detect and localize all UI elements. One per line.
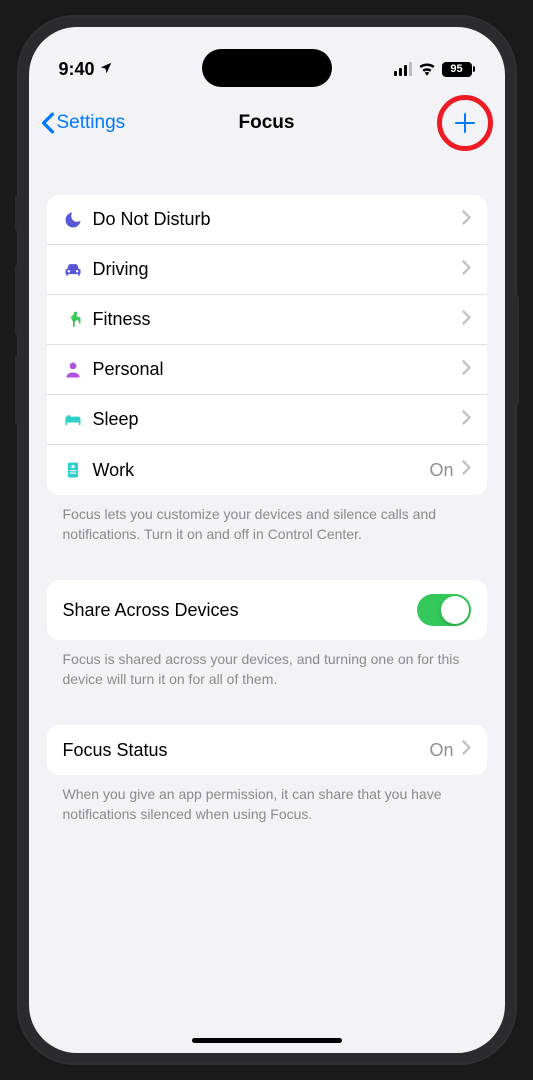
focus-label: Work [93,460,430,481]
battery-level: 95 [442,62,472,77]
status-time: 9:40 [59,59,95,80]
moon-icon [63,210,93,230]
focus-footer-text: Focus lets you customize your devices an… [47,495,487,544]
battery-icon: 95 [442,62,475,77]
chevron-right-icon [462,460,471,480]
focus-label: Fitness [93,309,462,330]
share-toggle[interactable] [417,594,471,626]
badge-icon [63,460,93,480]
status-time-area: 9:40 [59,59,113,80]
chevron-right-icon [462,740,471,760]
focus-item-work[interactable]: Work On [47,445,487,495]
focus-modes-list: Do Not Disturb Driving Fitness [47,195,487,495]
chevron-right-icon [462,210,471,230]
phone-frame: 9:40 95 Settings [17,15,517,1065]
cellular-icon [394,62,412,76]
focus-label: Driving [93,259,462,280]
navigation-bar: Settings Focus [29,87,505,159]
side-button [515,295,519,405]
chevron-right-icon [462,410,471,430]
back-button[interactable]: Settings [41,112,126,134]
focus-item-driving[interactable]: Driving [47,245,487,295]
content-area: Do Not Disturb Driving Fitness [29,159,505,825]
side-button [15,265,19,335]
status-footer-text: When you give an app permission, it can … [47,775,487,824]
share-footer-text: Focus is shared across your devices, and… [47,640,487,689]
status-value: On [429,740,453,761]
chevron-right-icon [462,260,471,280]
focus-value: On [429,460,453,481]
status-group: Focus Status On [47,725,487,775]
status-label: Focus Status [63,740,430,761]
home-indicator[interactable] [192,1038,342,1043]
page-title: Focus [239,112,295,134]
focus-item-dnd[interactable]: Do Not Disturb [47,195,487,245]
focus-item-personal[interactable]: Personal [47,345,487,395]
status-indicators: 95 [394,62,475,77]
bed-icon [63,410,93,430]
focus-label: Do Not Disturb [93,209,462,230]
share-label: Share Across Devices [63,600,417,621]
car-icon [63,260,93,280]
dynamic-island [202,49,332,87]
wifi-icon [418,62,436,76]
share-group: Share Across Devices [47,580,487,640]
add-button[interactable] [445,103,485,143]
focus-label: Personal [93,359,462,380]
person-icon [63,360,93,380]
focus-item-sleep[interactable]: Sleep [47,395,487,445]
back-label: Settings [57,112,126,134]
chevron-right-icon [462,360,471,380]
focus-item-fitness[interactable]: Fitness [47,295,487,345]
chevron-right-icon [462,310,471,330]
location-icon [99,59,113,80]
share-across-devices-row[interactable]: Share Across Devices [47,580,487,640]
side-button [15,195,19,231]
focus-label: Sleep [93,409,462,430]
focus-status-row[interactable]: Focus Status On [47,725,487,775]
phone-screen: 9:40 95 Settings [29,27,505,1053]
side-button [15,355,19,425]
running-icon [63,310,93,330]
